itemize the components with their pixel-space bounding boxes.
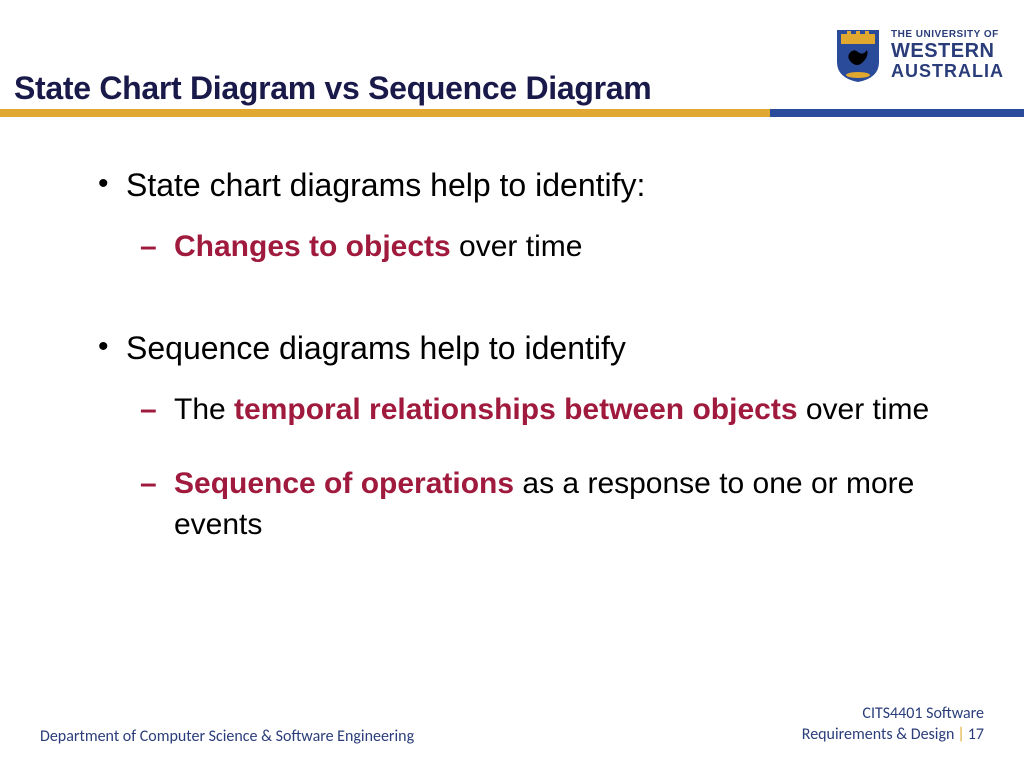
bullet-1-sub-1: Changes to objects over time: [134, 227, 932, 268]
bullet-1-text: State chart diagrams help to identify:: [126, 167, 645, 203]
divider-bar: [0, 109, 1024, 117]
bullet-list: State chart diagrams help to identify: C…: [92, 165, 932, 545]
bullet-1-sub-1-rest: over time: [451, 230, 583, 263]
bullet-2-sub-2-highlight: Sequence of operations: [174, 467, 514, 500]
slide: State Chart Diagram vs Sequence Diagram …: [0, 0, 1024, 768]
bullet-2-sub-1-pre: The: [174, 393, 234, 426]
bullet-2-sub-1-rest: over time: [798, 393, 930, 426]
divider-gold: [0, 109, 770, 117]
footer-left: Department of Computer Science & Softwar…: [40, 727, 414, 746]
bullet-2: Sequence diagrams help to identify The t…: [92, 328, 932, 546]
crest-icon: [835, 28, 881, 83]
bullet-2-sub-1-highlight: temporal relationships between objects: [234, 393, 797, 426]
footer-right: CITS4401 Software Requirements & Design|…: [802, 703, 984, 746]
bullet-1: State chart diagrams help to identify: C…: [92, 165, 932, 268]
bullet-2-sublist: The temporal relationships between objec…: [126, 390, 932, 546]
bullet-2-text: Sequence diagrams help to identify: [126, 330, 626, 366]
footer-page-number: 17: [968, 725, 984, 744]
bullet-1-sub-1-highlight: Changes to objects: [174, 230, 451, 263]
divider-blue: [770, 109, 1024, 117]
slide-title: State Chart Diagram vs Sequence Diagram: [14, 70, 651, 107]
footer-subtitle: Requirements & Design: [802, 725, 955, 744]
footer-course: CITS4401 Software: [862, 704, 984, 723]
uwa-logo: THE UNIVERSITY OF WESTERN AUSTRALIA: [835, 28, 1004, 83]
logo-line-2: WESTERN: [891, 41, 1004, 62]
header: State Chart Diagram vs Sequence Diagram …: [0, 0, 1024, 113]
logo-line-3: AUSTRALIA: [891, 62, 1004, 81]
bullet-2-sub-1: The temporal relationships between objec…: [134, 390, 932, 431]
footer: Department of Computer Science & Softwar…: [40, 703, 984, 746]
logo-text: THE UNIVERSITY OF WESTERN AUSTRALIA: [891, 30, 1004, 80]
footer-separator: |: [957, 725, 964, 744]
content-area: State chart diagrams help to identify: C…: [92, 165, 932, 605]
bullet-2-sub-2: Sequence of operations as a response to …: [134, 464, 932, 545]
bullet-1-sublist: Changes to objects over time: [126, 227, 932, 268]
